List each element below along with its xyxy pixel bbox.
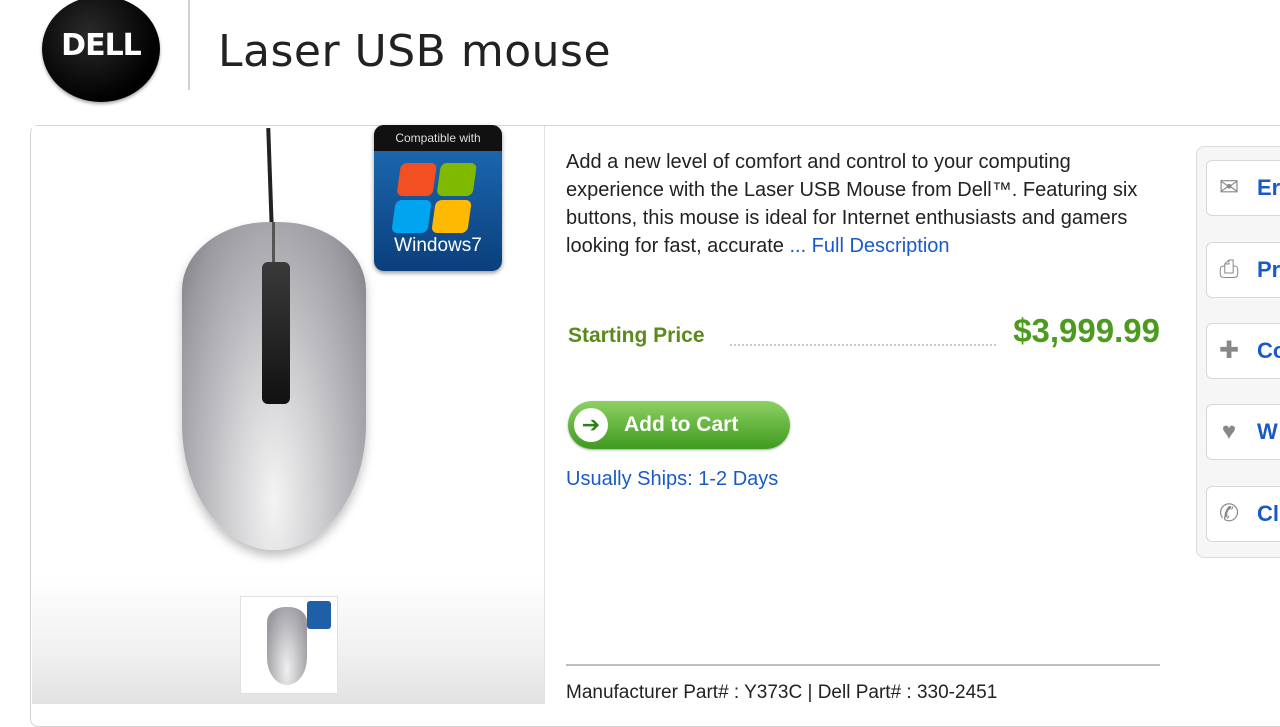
sidebar-item-print[interactable]: ⎙ Pr [1206, 242, 1280, 298]
sidebar-item-label: Cli [1257, 501, 1280, 526]
page-title: Laser USB mouse [218, 26, 612, 77]
dell-logo[interactable]: DELL [42, 0, 160, 102]
add-to-cart-button[interactable]: ➔ Add to Cart [568, 401, 790, 449]
sidebar-item-label: Er [1257, 175, 1280, 200]
shipping-info-link[interactable]: Usually Ships: 1-2 Days [566, 468, 778, 491]
badge-top-text: Compatible with [374, 125, 502, 151]
sidebar-item-label: Co [1257, 338, 1280, 363]
badge-bottom-text: Windows7 [394, 235, 482, 256]
windows-flag-icon [391, 163, 479, 235]
price-value: $3,999.99 [1013, 312, 1160, 349]
sidebar-item-email[interactable]: ✉ Er [1206, 160, 1280, 216]
manufacturer-part-info: Manufacturer Part# : Y373C | Dell Part# … [566, 682, 998, 703]
mouse-scroll-wheel [262, 262, 290, 404]
price-row: Starting Price $3,999.99 [566, 312, 1160, 352]
phone-icon: ✆ [1218, 500, 1240, 527]
product-thumbnail[interactable] [240, 596, 338, 694]
mouse-button-split [272, 222, 275, 262]
thumbnail-mouse-image [267, 607, 307, 685]
wishlist-icon: ♥ [1221, 418, 1237, 445]
header-divider [188, 0, 190, 90]
arrow-right-icon: ➔ [574, 408, 608, 442]
compare-icon: ✚ [1218, 337, 1240, 364]
price-label: Starting Price [568, 324, 705, 347]
add-to-cart-label: Add to Cart [624, 413, 739, 436]
page-header: DELL Laser USB mouse [0, 0, 1280, 110]
section-divider [566, 664, 1160, 666]
sidebar-item-compare[interactable]: ✚ Co [1206, 323, 1280, 379]
logo-text: DELL [61, 28, 142, 63]
thumbnail-windows-badge [307, 601, 331, 629]
sidebar-item-label: Pr [1257, 257, 1280, 282]
product-image-mouse [182, 222, 366, 550]
sidebar-item-wishlist[interactable]: ♥ W [1206, 404, 1280, 460]
sidebar-item-call[interactable]: ✆ Cli [1206, 486, 1280, 542]
email-icon: ✉ [1218, 174, 1240, 201]
sidebar-item-label: W [1257, 419, 1278, 444]
product-description: Add a new level of comfort and control t… [566, 148, 1158, 260]
full-description-link[interactable]: ... Full Description [789, 235, 949, 257]
print-icon: ⎙ [1219, 256, 1239, 283]
windows7-compatible-badge: Compatible with Windows7 [374, 125, 502, 271]
price-dotted-leader [730, 344, 996, 346]
